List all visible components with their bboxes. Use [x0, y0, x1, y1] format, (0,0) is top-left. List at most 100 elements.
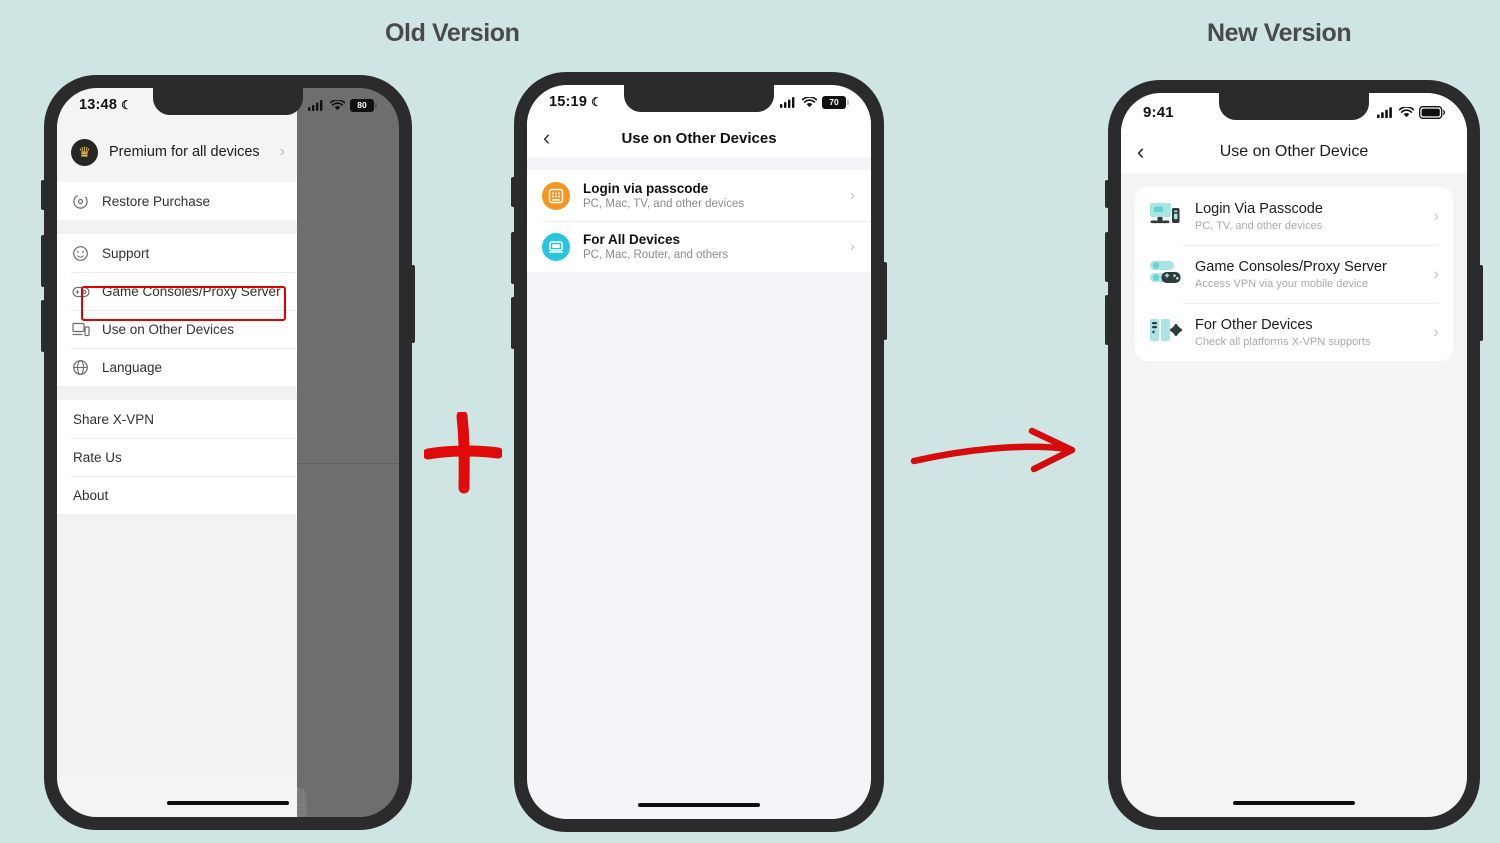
phone2-screen: 15:19 ☾ 70 ‹ Use on Other Devices Login …	[527, 85, 871, 819]
back-button[interactable]: ‹	[1137, 141, 1144, 163]
sidebar-item-label: Share X-VPN	[73, 411, 155, 427]
wifi-icon	[330, 99, 345, 110]
sidebar-item-language[interactable]: Language	[57, 348, 297, 386]
volume-down-button[interactable]	[511, 297, 515, 349]
sidebar-item-about[interactable]: About	[57, 476, 297, 514]
nav-spacer	[527, 157, 871, 170]
plus-mark	[424, 412, 502, 494]
sidebar-item-label: Use on Other Devices	[102, 321, 235, 337]
premium-banner[interactable]: ♛ Premium for all devices ›	[57, 122, 297, 182]
list-item-for-other-devices[interactable]: For Other Devices Check all platforms X-…	[1135, 303, 1453, 361]
sidebar-item-support[interactable]: Support	[57, 234, 297, 272]
volume-down-button[interactable]	[1105, 295, 1109, 345]
sidebar-item-restore-purchase[interactable]: Restore Purchase	[57, 182, 297, 220]
devices-icon	[71, 320, 90, 339]
sidebar-item-label: Restore Purchase	[102, 193, 211, 209]
drawer-group-3: Share X-VPN Rate Us About	[57, 400, 297, 514]
power-button[interactable]	[411, 265, 415, 343]
list-item-subtitle: Access VPN via your mobile device	[1195, 277, 1369, 290]
globe-icon	[71, 358, 90, 377]
mute-switch[interactable]	[511, 177, 515, 207]
list-item-title: Game Consoles/Proxy Server	[1195, 258, 1387, 275]
chevron-right-icon: ›	[279, 143, 285, 160]
sidebar-item-label: Game Consoles/Proxy Server	[102, 283, 281, 299]
list-item-title: For Other Devices	[1195, 316, 1313, 333]
list-item-game-consoles-proxy-server[interactable]: Game Consoles/Proxy Server Access VPN vi…	[1135, 245, 1453, 303]
power-button[interactable]	[883, 262, 887, 340]
desktop-pc-icon	[1150, 203, 1180, 224]
premium-label: Premium for all devices	[109, 144, 260, 160]
page-title: Use on Other Device	[1219, 143, 1369, 160]
list-item-login-via-passcode[interactable]: Login Via Passcode PC, TV, and other dev…	[1135, 187, 1453, 245]
wifi-icon	[1399, 106, 1414, 117]
list-item-text: Game Consoles/Proxy Server Access VPN vi…	[1195, 259, 1421, 290]
navigation-bar: ‹ Use on Other Device	[1121, 131, 1467, 173]
list-item-subtitle: PC, Mac, TV, and other devices	[583, 198, 745, 210]
status-indicators: 70	[780, 95, 849, 109]
mute-switch[interactable]	[1105, 180, 1109, 208]
new-version-title: New Version	[1207, 19, 1352, 47]
moon-icon: ☾	[121, 98, 133, 112]
volume-up-button[interactable]	[511, 232, 515, 284]
sidebar-item-label: About	[73, 487, 109, 503]
home-indicator	[167, 800, 289, 805]
chevron-right-icon: ›	[1433, 206, 1439, 225]
drawer-empty-area	[57, 514, 297, 774]
chevron-right-icon: ›	[1433, 322, 1439, 341]
power-button[interactable]	[1479, 265, 1483, 341]
battery-icon: 80	[350, 98, 377, 112]
chevron-right-icon: ›	[1433, 264, 1439, 283]
back-button[interactable]: ‹	[543, 127, 550, 149]
mute-switch[interactable]	[41, 180, 45, 210]
server-move-icon	[1150, 319, 1182, 341]
status-time: 13:48	[79, 97, 118, 113]
sidebar-item-rate-us[interactable]: Rate Us	[57, 438, 297, 476]
status-time-group: 15:19 ☾	[549, 94, 602, 110]
page-title: Use on Other Devices	[621, 129, 777, 147]
battery-icon	[1419, 105, 1445, 119]
sidebar-item-game-consoles-proxy-server[interactable]: Game Consoles/Proxy Server	[57, 272, 297, 310]
laptop-icon	[542, 232, 570, 261]
drawer-separator	[57, 220, 297, 234]
device-options-list: Login via passcode PC, Mac, TV, and othe…	[527, 170, 871, 272]
drawer-group-2: Support Game Consoles/Proxy Server Use o…	[57, 234, 297, 386]
drawer-separator	[57, 386, 297, 400]
status-time-group: 13:48 ☾	[79, 97, 132, 113]
volume-up-button[interactable]	[41, 235, 45, 287]
gamepad-icon	[71, 282, 90, 301]
notch	[624, 85, 774, 112]
list-item-title: Login via passcode	[583, 181, 709, 196]
signal-bars-icon	[780, 96, 795, 108]
crown-icon: ♛	[71, 138, 98, 166]
phone3-screen: 9:41 ‹ Use on Other Device Login Via Pas…	[1121, 93, 1467, 817]
volume-up-button[interactable]	[1105, 232, 1109, 282]
keypad-icon	[542, 181, 570, 210]
status-indicators: 80	[308, 98, 377, 112]
list-item-login-via-passcode[interactable]: Login via passcode PC, Mac, TV, and othe…	[527, 170, 871, 221]
signal-bars-icon	[308, 99, 323, 111]
volume-down-button[interactable]	[41, 300, 45, 352]
old-version-title: Old Version	[385, 19, 520, 47]
battery-level: 80	[350, 98, 374, 112]
sidebar-item-use-on-other-devices[interactable]: Use on Other Devices	[57, 310, 297, 348]
sidebar-item-label: Support	[102, 245, 150, 261]
restore-icon	[71, 192, 90, 211]
sidebar-item-label: Rate Us	[73, 449, 122, 465]
list-item-subtitle: PC, TV, and other devices	[1195, 219, 1323, 232]
home-indicator	[638, 802, 760, 807]
status-time: 9:41	[1143, 103, 1174, 121]
list-item-text: For All Devices PC, Mac, Router, and oth…	[583, 232, 837, 261]
arrow-right-mark	[910, 427, 1076, 473]
list-item-text: For Other Devices Check all platforms X-…	[1195, 317, 1421, 348]
list-item-text: Login Via Passcode PC, TV, and other dev…	[1195, 201, 1421, 232]
support-face-icon	[71, 244, 90, 263]
sidebar-item-share-x-vpn[interactable]: Share X-VPN	[57, 400, 297, 438]
chevron-right-icon: ›	[850, 187, 855, 204]
list-item-for-all-devices[interactable]: For All Devices PC, Mac, Router, and oth…	[527, 221, 871, 272]
home-indicator	[1233, 800, 1355, 805]
list-item-subtitle: PC, Mac, Router, and others	[583, 249, 729, 261]
drawer-group-1: Restore Purchase	[57, 182, 297, 220]
list-item-text: Login via passcode PC, Mac, TV, and othe…	[583, 181, 837, 210]
battery-icon: 70	[822, 95, 849, 109]
status-time: 15:19	[549, 94, 588, 110]
